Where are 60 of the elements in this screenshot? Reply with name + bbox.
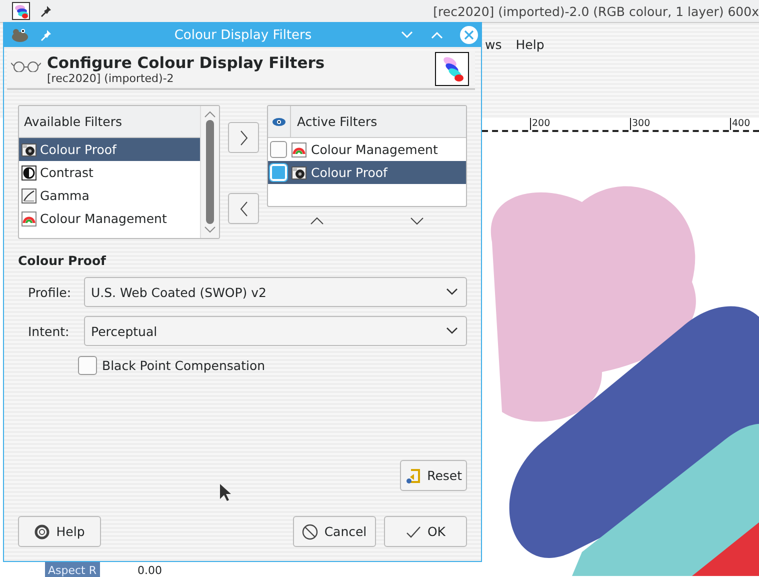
window-title: [rec2020] (imported)-2.0 (RGB colour, 1 layer) 600x [433, 4, 759, 18]
scroll-down-icon[interactable] [204, 226, 216, 234]
move-up-icon[interactable] [310, 217, 324, 225]
menu-item[interactable]: Help [516, 37, 544, 53]
dialog-heading: Configure Colour Display Filters [47, 54, 326, 72]
reset-button[interactable]: Reset [400, 460, 467, 491]
ruler-label: 300 [630, 118, 650, 130]
camera-icon [291, 164, 307, 180]
maximize-icon[interactable] [430, 30, 444, 40]
pin-icon [40, 5, 52, 17]
close-icon[interactable] [460, 26, 478, 44]
pin-icon [40, 29, 52, 41]
ruler-label: 200 [530, 118, 550, 130]
help-button[interactable]: Help [18, 516, 101, 547]
add-filter-button[interactable] [228, 122, 259, 153]
chevron-down-icon [446, 327, 458, 335]
scroll-up-icon[interactable] [204, 110, 216, 118]
minimize-icon[interactable] [400, 30, 414, 40]
column-header: Available Filters [19, 106, 200, 138]
lifebuoy-icon [34, 524, 50, 540]
chevron-left-icon [238, 200, 248, 216]
menu-item[interactable]: ws [485, 37, 502, 53]
glasses-icon [11, 60, 41, 72]
dropdown[interactable]: Perceptual [84, 316, 467, 346]
checkbox[interactable] [78, 356, 97, 375]
move-down-icon[interactable] [410, 217, 424, 225]
filter-item[interactable]: Colour Proof [19, 138, 200, 161]
ok-button[interactable]: OK [384, 516, 467, 547]
cancel-button[interactable]: Cancel [293, 516, 376, 547]
contrast-icon [21, 164, 37, 180]
dialog-subtitle: [rec2020] (imported)-2 [47, 72, 175, 84]
visibility-checkbox[interactable] [270, 141, 287, 158]
dialog-title: Colour Display Filters [173, 28, 313, 42]
field-label: Intent: [28, 324, 70, 338]
gauge-icon [21, 210, 37, 226]
aspect-label: Aspect R [45, 562, 100, 577]
mouse-pointer-icon [219, 483, 231, 501]
filter-item[interactable]: Gamma [19, 184, 200, 207]
chevron-right-icon [238, 130, 248, 146]
dropdown[interactable]: U.S. Web Coated (SWOP) v2 [84, 277, 467, 307]
section-title: Colour Proof [18, 253, 107, 268]
reset-icon [405, 468, 422, 484]
cancel-icon [302, 524, 318, 540]
field-label: Profile: [28, 284, 72, 300]
wilber-icon [10, 27, 30, 43]
filter-item[interactable]: Colour Proof [268, 161, 466, 184]
eye-icon [272, 116, 286, 126]
remove-filter-button[interactable] [228, 193, 259, 224]
scrollbar-thumb[interactable] [206, 120, 214, 224]
scrollbar[interactable] [200, 106, 219, 238]
checkbox-label: Black Point Compensation [102, 358, 266, 373]
filter-item[interactable]: Colour Management [19, 207, 200, 230]
camera-icon [21, 142, 37, 158]
ruler-label: 400 [730, 118, 750, 130]
curve-icon [21, 188, 37, 204]
filter-item[interactable]: Colour Management [268, 138, 466, 161]
gauge-icon [291, 142, 307, 158]
image-thumbnail-icon [12, 2, 30, 20]
chevron-down-icon [446, 288, 458, 296]
filter-item[interactable]: Contrast [19, 161, 200, 184]
